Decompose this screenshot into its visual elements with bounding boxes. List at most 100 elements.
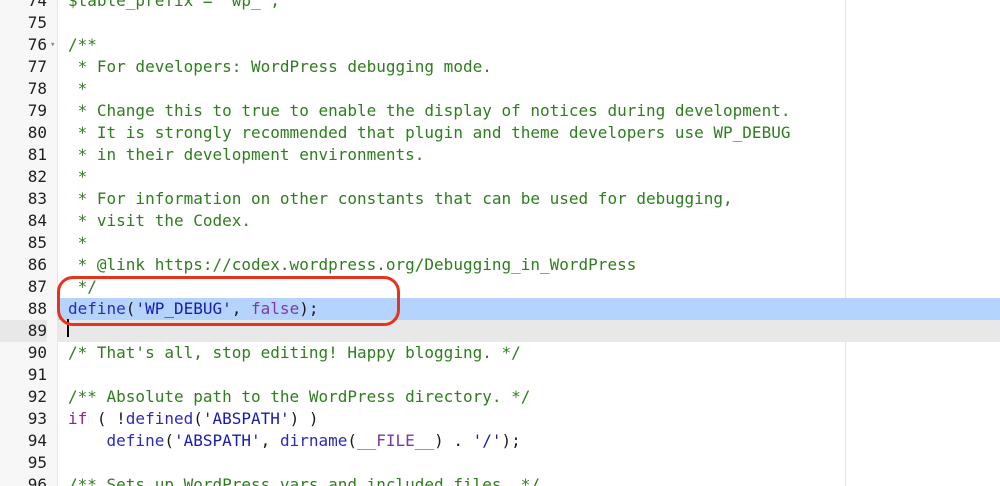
code-token: define	[106, 431, 165, 450]
code-line[interactable]: 91	[0, 364, 1000, 386]
code-line-content[interactable]: *	[58, 232, 1000, 254]
line-number: 74	[27, 0, 47, 10]
code-line[interactable]: 76 ▾ /**	[0, 34, 1000, 56]
code-text: * For information on other constants tha…	[68, 188, 733, 210]
code-line-content[interactable]	[58, 452, 1000, 474]
code-line[interactable]: 77 * For developers: WordPress debugging…	[0, 56, 1000, 78]
line-number: 92	[27, 387, 47, 406]
code-line-content[interactable]: *	[58, 78, 1000, 100]
code-line-content[interactable]: * visit the Codex.	[58, 210, 1000, 232]
code-line[interactable]: 74 $table_prefix = 'wp_';	[0, 0, 1000, 12]
code-line[interactable]: 82 *	[0, 166, 1000, 188]
code-line-content[interactable]	[58, 364, 1000, 386]
code-text: * visit the Codex.	[68, 210, 251, 232]
line-number: 76	[27, 35, 47, 54]
line-number: 91	[27, 365, 47, 384]
code-line[interactable]: 93 if ( !defined('ABSPATH') )	[0, 408, 1000, 430]
code-line[interactable]: 86 * @link https://codex.wordpress.org/D…	[0, 254, 1000, 276]
code-line[interactable]: 92 /** Absolute path to the WordPress dir…	[0, 386, 1000, 408]
code-text: /**	[68, 34, 97, 56]
code-token: * For information on other constants tha…	[68, 189, 733, 208]
code-lines[interactable]: 74 $table_prefix = 'wp_'; 75 76 ▾ /** 77 * For…	[0, 0, 1000, 486]
code-line[interactable]: 83 * For information on other constants …	[0, 188, 1000, 210]
code-token: (	[193, 409, 203, 428]
line-number: 77	[27, 57, 47, 76]
line-number: 79	[27, 101, 47, 120]
code-line-content[interactable]: *	[58, 166, 1000, 188]
code-token: *	[68, 167, 88, 186]
line-number: 96	[27, 475, 47, 486]
code-line[interactable]: 96 /** Sets up WordPress vars and include…	[0, 474, 1000, 486]
line-number: 83	[27, 189, 47, 208]
code-line-content[interactable]: * It is strongly recommended that plugin…	[58, 122, 1000, 144]
code-line-content[interactable]: * in their development environments.	[58, 144, 1000, 166]
code-token: );	[501, 431, 521, 450]
code-line-content[interactable]: /** Absolute path to the WordPress direc…	[58, 386, 1000, 408]
highlight-annotation-circle	[57, 276, 400, 326]
line-number: 78	[27, 79, 47, 98]
code-token: if	[68, 409, 88, 428]
code-text: /* That's all, stop editing! Happy blogg…	[68, 342, 521, 364]
code-line-content[interactable]: if ( !defined('ABSPATH') )	[58, 408, 1000, 430]
code-token: ( !	[87, 409, 126, 428]
line-number: 89	[0, 320, 47, 342]
line-number: 75	[27, 13, 47, 32]
code-line-content[interactable]: * Change this to true to enable the disp…	[58, 100, 1000, 122]
code-line-content[interactable]: * For developers: WordPress debugging mo…	[58, 56, 1000, 78]
code-line[interactable]: 90 /* That's all, stop editing! Happy blo…	[0, 342, 1000, 364]
line-number: 80	[27, 123, 47, 142]
code-line[interactable]: 85 *	[0, 232, 1000, 254]
code-token: $table_prefix = 'wp_';	[68, 0, 280, 10]
code-text: *	[68, 232, 88, 254]
fold-toggle-icon[interactable]: ▾	[50, 34, 58, 56]
code-token: /* That's all, stop editing! Happy blogg…	[68, 343, 521, 362]
code-text: *	[68, 78, 88, 100]
code-token: 'ABSPATH'	[202, 409, 290, 428]
code-line-content[interactable]: $table_prefix = 'wp_';	[58, 0, 1000, 12]
code-line[interactable]: 95	[0, 452, 1000, 474]
code-text: * @link https://codex.wordpress.org/Debu…	[68, 254, 637, 276]
line-number: 86	[27, 255, 47, 274]
code-token: /**	[68, 35, 97, 54]
code-token: (	[347, 431, 358, 450]
code-text: define('ABSPATH', dirname(__FILE__) . '/…	[68, 430, 521, 452]
code-text: * It is strongly recommended that plugin…	[68, 122, 791, 144]
line-number: 84	[27, 211, 47, 230]
code-token: *	[68, 233, 88, 252]
code-text: $table_prefix = 'wp_';	[68, 0, 280, 12]
code-token: /** Sets up WordPress vars and included …	[68, 475, 541, 486]
code-text: /** Sets up WordPress vars and included …	[68, 474, 540, 486]
line-number: 87	[27, 277, 47, 296]
code-token: *	[68, 79, 88, 98]
code-line-content[interactable]: /**	[58, 34, 1000, 56]
line-number: 82	[27, 167, 47, 186]
code-line[interactable]: 75	[0, 12, 1000, 34]
code-text: * For developers: WordPress debugging mo…	[68, 56, 492, 78]
code-token: defined	[125, 409, 194, 428]
code-token: '/'	[472, 431, 502, 450]
code-token: * visit the Codex.	[68, 211, 252, 230]
code-line-content[interactable]	[58, 12, 1000, 34]
line-number: 90	[27, 343, 47, 362]
code-line-content[interactable]: /* That's all, stop editing! Happy blogg…	[58, 342, 1000, 364]
code-line[interactable]: 94 define('ABSPATH', dirname(__FILE__) .…	[0, 430, 1000, 452]
code-token: 'ABSPATH'	[173, 431, 261, 450]
code-line[interactable]: 80 * It is strongly recommended that plu…	[0, 122, 1000, 144]
code-text: *	[68, 166, 88, 188]
line-number: 95	[27, 453, 47, 472]
line-number: 85	[27, 233, 47, 252]
code-line-content[interactable]: * @link https://codex.wordpress.org/Debu…	[58, 254, 1000, 276]
code-token: * @link https://codex.wordpress.org/Debu…	[68, 255, 637, 274]
code-token: /** Absolute path to the WordPress direc…	[68, 387, 531, 406]
code-line-content[interactable]: define('ABSPATH', dirname(__FILE__) . '/…	[58, 430, 1000, 452]
code-token: * in their development environments.	[68, 145, 425, 164]
code-line-content[interactable]: /** Sets up WordPress vars and included …	[58, 474, 1000, 486]
code-line[interactable]: 78 *	[0, 78, 1000, 100]
code-line[interactable]: 81 * in their development environments.	[0, 144, 1000, 166]
code-editor[interactable]: 74 $table_prefix = 'wp_'; 75 76 ▾ /** 77 * For…	[0, 0, 1000, 486]
code-line[interactable]: 79 * Change this to true to enable the d…	[0, 100, 1000, 122]
code-token: ) )	[289, 409, 319, 428]
code-line-content[interactable]: * For information on other constants tha…	[58, 188, 1000, 210]
code-token: * Change this to true to enable the disp…	[68, 101, 791, 120]
code-line[interactable]: 84 * visit the Codex.	[0, 210, 1000, 232]
